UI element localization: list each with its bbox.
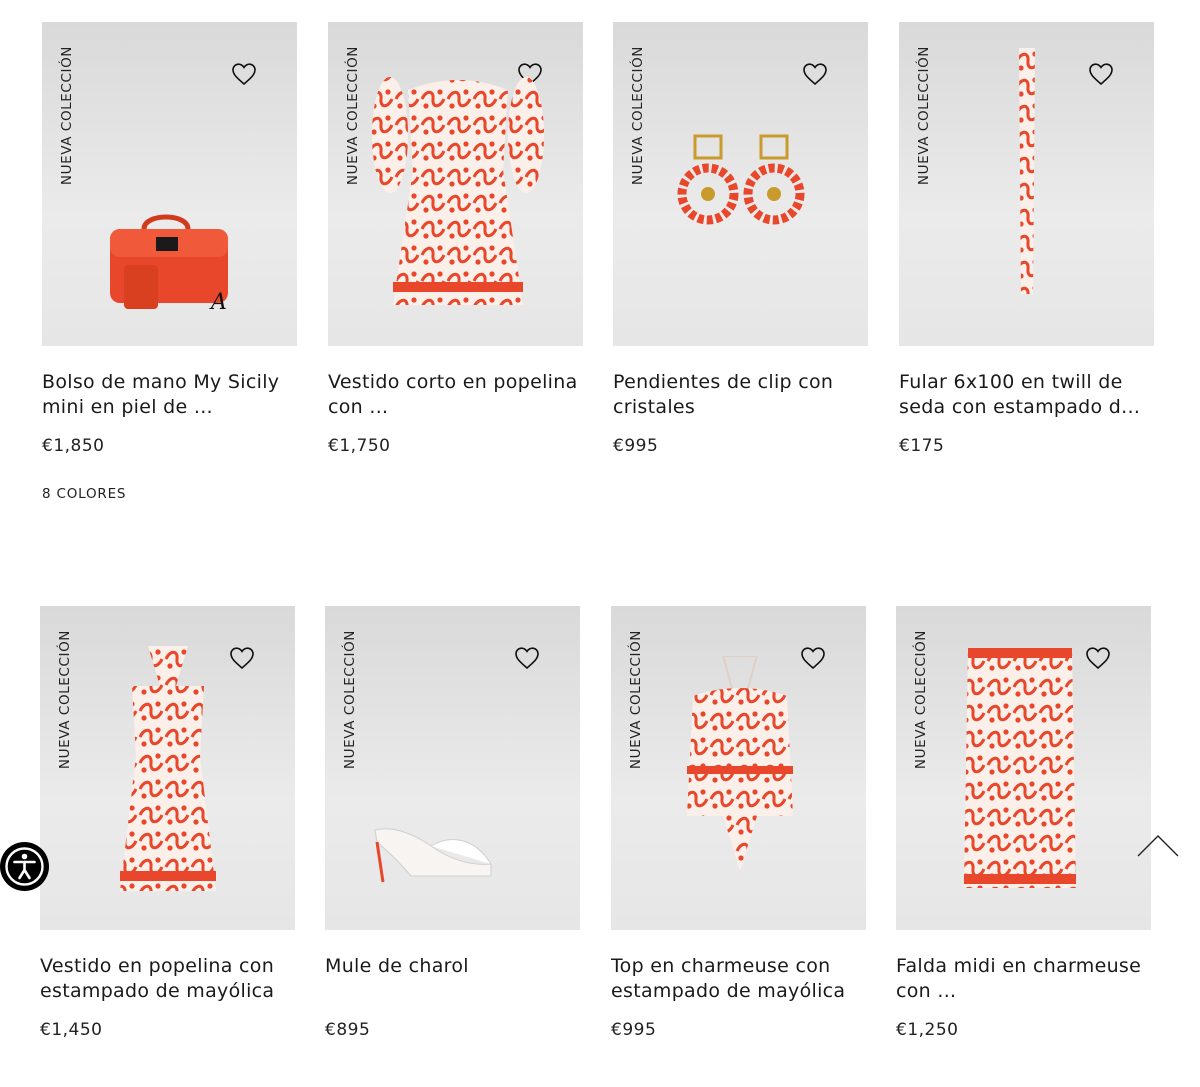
product-card[interactable]: NUEVA COLECCIÓN Pendientes de clip con c… <box>613 22 868 456</box>
product-price: €895 <box>325 1020 371 1040</box>
dress-image <box>372 77 544 305</box>
product-image[interactable]: NUEVA COLECCIÓN <box>613 22 868 346</box>
new-collection-badge: NUEVA COLECCIÓN <box>913 630 929 770</box>
product-card[interactable]: NUEVA COLECCIÓN Top en charmeuse con est… <box>611 606 866 1040</box>
product-image[interactable]: NUEVA COLECCIÓN <box>611 606 866 930</box>
accessibility-button[interactable] <box>0 842 49 891</box>
earrings-image <box>677 134 805 225</box>
heart-icon[interactable] <box>802 62 828 86</box>
product-image[interactable]: NUEVA COLECCIÓN <box>325 606 580 930</box>
product-card[interactable]: NUEVA COLECCIÓN Fular 6x100 en twill de … <box>899 22 1154 456</box>
product-image[interactable]: NUEVA COLECCIÓN <box>40 606 295 930</box>
product-image[interactable]: NUEVA COLECCIÓN <box>899 22 1154 346</box>
product-price: €175 <box>899 436 945 456</box>
heart-icon[interactable] <box>229 646 255 670</box>
mule-image <box>374 828 492 883</box>
new-collection-badge: NUEVA COLECCIÓN <box>916 46 932 186</box>
product-card[interactable]: NUEVA COLECCIÓN Mule de charol €895 <box>325 606 580 1040</box>
halter-dress-image <box>120 646 216 891</box>
heart-icon[interactable] <box>514 646 540 670</box>
product-image[interactable]: NUEVA COLECCIÓN <box>896 606 1151 930</box>
new-collection-badge: NUEVA COLECCIÓN <box>57 630 73 770</box>
accessibility-icon <box>5 847 44 886</box>
new-collection-badge: NUEVA COLECCIÓN <box>628 630 644 770</box>
product-name[interactable]: Vestido corto en popelina con ... <box>328 370 583 420</box>
product-name[interactable]: Fular 6x100 en twill de seda con estampa… <box>899 370 1154 420</box>
heart-icon[interactable] <box>1088 62 1114 86</box>
skirt-image <box>964 648 1076 888</box>
new-collection-badge: NUEVA COLECCIÓN <box>342 630 358 770</box>
product-price: €1,750 <box>328 436 391 456</box>
top-image <box>687 656 793 871</box>
heart-icon[interactable] <box>231 62 257 86</box>
product-price: €995 <box>611 1020 657 1040</box>
product-price: €1,250 <box>896 1020 959 1040</box>
heart-icon[interactable] <box>1085 646 1111 670</box>
product-price: €1,450 <box>40 1020 103 1040</box>
color-count[interactable]: 8 COLORES <box>42 486 297 502</box>
new-collection-badge: NUEVA COLECCIÓN <box>59 46 75 186</box>
handbag-image: A <box>110 214 228 315</box>
chevron-up-icon[interactable] <box>1136 830 1180 860</box>
product-name[interactable]: Bolso de mano My Sicily mini en piel de … <box>42 370 297 420</box>
product-name[interactable]: Top en charmeuse con estampado de mayóli… <box>611 954 866 1004</box>
product-name[interactable]: Mule de charol <box>325 954 580 1004</box>
product-name[interactable]: Falda midi en charmeuse con ... <box>896 954 1151 1004</box>
new-collection-badge: NUEVA COLECCIÓN <box>345 46 361 186</box>
product-image[interactable]: NUEVA COLECCIÓN <box>328 22 583 346</box>
product-card[interactable]: NUEVA COLECCIÓN A Bolso de mano My Sicil… <box>42 22 297 502</box>
product-price: €1,850 <box>42 436 105 456</box>
product-card[interactable]: NUEVA COLECCIÓN Vestido en popelina con … <box>40 606 295 1040</box>
heart-icon[interactable] <box>800 646 826 670</box>
product-price: €995 <box>613 436 659 456</box>
product-name[interactable]: Vestido en popelina con estampado de may… <box>40 954 295 1004</box>
product-card[interactable]: NUEVA COLECCIÓN Vestido corto en popelin… <box>328 22 583 456</box>
svg-text:A: A <box>209 290 227 315</box>
product-card[interactable]: NUEVA COLECCIÓN Falda midi en charmeuse … <box>896 606 1151 1040</box>
new-collection-badge: NUEVA COLECCIÓN <box>630 46 646 186</box>
product-name[interactable]: Pendientes de clip con cristales <box>613 370 868 420</box>
product-image[interactable]: NUEVA COLECCIÓN A <box>42 22 297 346</box>
scarf-image <box>1019 48 1035 294</box>
